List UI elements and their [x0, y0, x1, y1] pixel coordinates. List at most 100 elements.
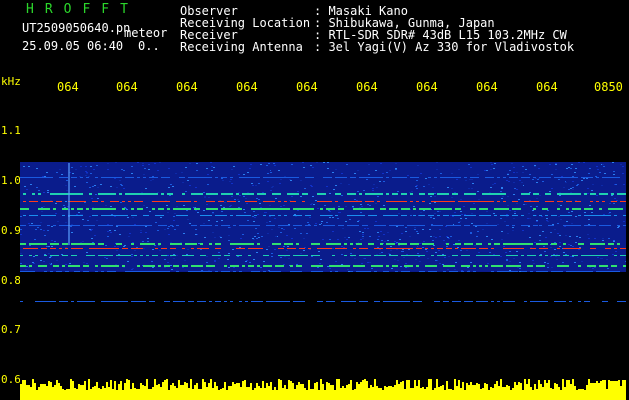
- signal-trace-segment: [476, 243, 479, 245]
- audio-level-bar: [84, 381, 86, 400]
- signal-trace-segment: [116, 243, 119, 245]
- noise-speck: [168, 187, 170, 188]
- audio-level-bar: [374, 379, 376, 400]
- noise-speck: [21, 222, 23, 223]
- signal-trace-segment: [539, 265, 542, 267]
- noise-speck: [349, 171, 351, 172]
- signal-trace-segment: [104, 208, 107, 210]
- signal-trace-segment: [533, 208, 536, 210]
- noise-speck: [238, 207, 240, 208]
- signal-trace-segment: [146, 225, 149, 226]
- noise-speck: [451, 197, 453, 198]
- noise-speck: [306, 233, 308, 234]
- noise-speck: [379, 181, 381, 182]
- signal-trace-segment: [278, 177, 281, 178]
- noise-speck: [269, 221, 271, 222]
- noise-speck: [623, 221, 625, 222]
- noise-speck: [461, 270, 463, 271]
- noise-speck: [490, 169, 492, 170]
- noise-speck: [568, 244, 570, 245]
- signal-trace-segment: [116, 301, 119, 302]
- audio-level-bar: [478, 384, 480, 400]
- audio-level-bar: [138, 389, 140, 400]
- noise-speck: [198, 243, 200, 244]
- signal-trace-segment: [623, 265, 626, 267]
- signal-trace-segment: [425, 248, 428, 249]
- audio-level-bar: [594, 383, 596, 400]
- noise-speck: [206, 204, 208, 205]
- audio-level-bar: [312, 389, 314, 400]
- signal-trace-segment: [389, 255, 392, 256]
- noise-speck: [512, 230, 514, 231]
- noise-speck: [362, 234, 364, 235]
- noise-speck: [405, 231, 407, 232]
- audio-level-bar: [206, 387, 208, 400]
- audio-level-bar: [450, 389, 452, 400]
- signal-trace-segment: [35, 177, 38, 178]
- signal-trace-segment: [269, 177, 272, 178]
- signal-trace-segment: [23, 177, 26, 178]
- noise-speck: [290, 180, 292, 181]
- noise-speck: [143, 205, 145, 206]
- signal-trace-segment: [320, 301, 323, 302]
- noise-speck: [65, 247, 67, 248]
- signal-trace-segment: [44, 248, 47, 249]
- signal-trace-segment: [515, 208, 518, 210]
- noise-speck: [395, 175, 397, 176]
- signal-trace-segment: [578, 215, 581, 216]
- signal-trace-segment: [473, 201, 476, 202]
- signal-trace-segment: [269, 208, 272, 210]
- signal-trace-segment: [296, 177, 299, 178]
- signal-trace-segment: [251, 225, 254, 226]
- signal-trace-segment: [470, 243, 473, 245]
- signal-trace-segment: [20, 271, 23, 272]
- noise-speck: [148, 169, 150, 170]
- audio-level-bar: [498, 386, 500, 400]
- signal-trace-segment: [461, 201, 464, 202]
- noise-speck: [403, 257, 405, 258]
- signal-trace-segment: [65, 271, 68, 272]
- noise-speck: [405, 263, 407, 264]
- signal-trace-segment: [104, 177, 107, 178]
- noise-speck: [266, 249, 268, 250]
- signal-trace-segment: [116, 215, 119, 216]
- signal-trace-segment: [254, 215, 257, 216]
- signal-trace-segment: [299, 248, 302, 249]
- noise-speck: [220, 205, 222, 206]
- signal-trace-segment: [491, 265, 494, 267]
- audio-level-bar: [484, 383, 486, 400]
- noise-speck: [616, 211, 618, 212]
- signal-trace-segment: [101, 201, 104, 202]
- noise-speck: [191, 202, 193, 203]
- noise-speck: [338, 212, 340, 213]
- signal-trace-segment: [437, 215, 440, 216]
- signal-trace-segment: [23, 265, 26, 267]
- signal-trace-segment: [38, 301, 41, 302]
- signal-trace-segment: [188, 271, 191, 272]
- signal-trace-segment: [56, 243, 59, 245]
- signal-trace-segment: [65, 177, 68, 178]
- noise-speck: [187, 219, 189, 220]
- noise-speck: [451, 173, 453, 174]
- signal-trace-segment: [356, 215, 359, 216]
- noise-speck: [131, 256, 133, 257]
- signal-trace-segment: [191, 271, 194, 272]
- noise-speck: [130, 270, 132, 271]
- x-tick-label: 064: [356, 80, 378, 94]
- signal-trace-segment: [617, 243, 620, 245]
- noise-speck: [443, 240, 445, 241]
- signal-trace-segment: [419, 248, 422, 249]
- signal-trace-segment: [158, 265, 161, 267]
- audio-level-bar: [250, 383, 252, 400]
- noise-speck: [182, 182, 184, 183]
- signal-trace-segment: [41, 301, 44, 302]
- signal-trace-segment: [191, 177, 194, 178]
- signal-trace-segment: [593, 255, 596, 256]
- signal-trace-segment: [275, 177, 278, 178]
- audio-level-bar: [48, 381, 50, 400]
- signal-trace-segment: [281, 208, 284, 210]
- noise-speck: [328, 210, 330, 211]
- noise-speck: [570, 270, 572, 271]
- noise-speck: [25, 164, 27, 165]
- noise-speck: [599, 188, 601, 189]
